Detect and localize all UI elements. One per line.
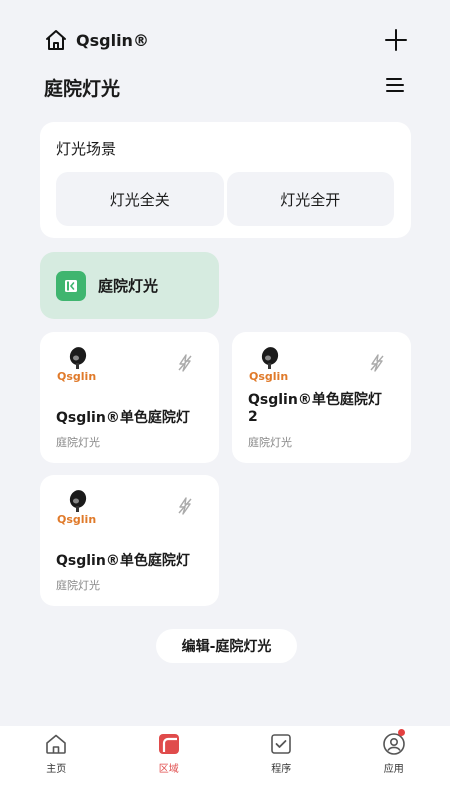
device-name: Qsglin®单色庭院灯 xyxy=(56,553,190,569)
device-card[interactable]: Qsglin Qsglin®单色庭院灯 庭院灯光 xyxy=(40,475,219,606)
bolt-off-icon[interactable] xyxy=(177,497,193,515)
tab-program-label: 程序 xyxy=(271,764,292,775)
lamp-logo-icon: Qsglin xyxy=(57,490,96,526)
device-name: Qsglin®单色庭院灯 xyxy=(56,410,190,426)
edit-area-button[interactable]: 编辑-庭院灯光 xyxy=(156,629,297,663)
add-icon[interactable] xyxy=(384,28,408,52)
tab-home-label: 主页 xyxy=(46,764,67,775)
brand-name: Qsglin® xyxy=(76,30,149,50)
page-title: 庭院灯光 xyxy=(44,78,121,100)
device-card[interactable]: Qsglin Qsglin®单色庭院灯2 庭院灯光 xyxy=(232,332,411,463)
home-icon xyxy=(46,30,66,50)
door-icon xyxy=(65,279,77,292)
device-room: 庭院灯光 xyxy=(248,436,292,449)
room-tab-courtyard[interactable]: 庭院灯光 xyxy=(40,252,219,319)
bolt-off-icon[interactable] xyxy=(369,354,385,372)
logo-text: Qsglin xyxy=(249,370,288,383)
tab-area[interactable]: 区域 xyxy=(113,726,226,800)
lamp-logo-icon: Qsglin xyxy=(57,347,96,383)
all-off-button[interactable]: 灯光全关 xyxy=(56,172,224,226)
tab-home[interactable]: 主页 xyxy=(0,726,113,800)
device-room: 庭院灯光 xyxy=(56,436,100,449)
logo-text: Qsglin xyxy=(57,370,96,383)
room-tab-label: 庭院灯光 xyxy=(98,277,159,295)
lamp-logo-icon: Qsglin xyxy=(249,347,288,383)
scene-buttons: 灯光全关 灯光全开 xyxy=(56,172,394,226)
scene-label: 灯光场景 xyxy=(56,140,117,158)
area-icon xyxy=(158,734,179,754)
device-card[interactable]: Qsglin Qsglin®单色庭院灯 庭院灯光 xyxy=(40,332,219,463)
all-on-button[interactable]: 灯光全开 xyxy=(226,172,394,226)
brand[interactable]: Qsglin® xyxy=(44,28,149,52)
bottom-tab-bar: 主页 区域 程序 应用 xyxy=(0,726,450,800)
tab-app-label: 应用 xyxy=(383,764,404,775)
room-icon xyxy=(56,270,86,301)
program-icon xyxy=(271,734,292,754)
home-icon xyxy=(46,734,67,754)
header: Qsglin® 庭院灯光 xyxy=(0,0,450,120)
app: Qsglin® 庭院灯光 灯光场景 灯光全关 灯光全开 庭院灯光 Qsglin … xyxy=(0,0,450,800)
scene-card: 灯光场景 灯光全关 灯光全开 xyxy=(40,122,411,238)
tab-area-label: 区域 xyxy=(158,764,179,775)
tab-program[interactable]: 程序 xyxy=(225,726,338,800)
device-room: 庭院灯光 xyxy=(56,579,100,592)
bolt-off-icon[interactable] xyxy=(177,354,193,372)
notification-dot xyxy=(397,729,405,736)
device-name: Qsglin®单色庭院灯2 xyxy=(248,392,382,425)
logo-text: Qsglin xyxy=(57,513,96,526)
tab-app[interactable]: 应用 xyxy=(338,726,450,800)
menu-icon[interactable] xyxy=(386,77,404,93)
